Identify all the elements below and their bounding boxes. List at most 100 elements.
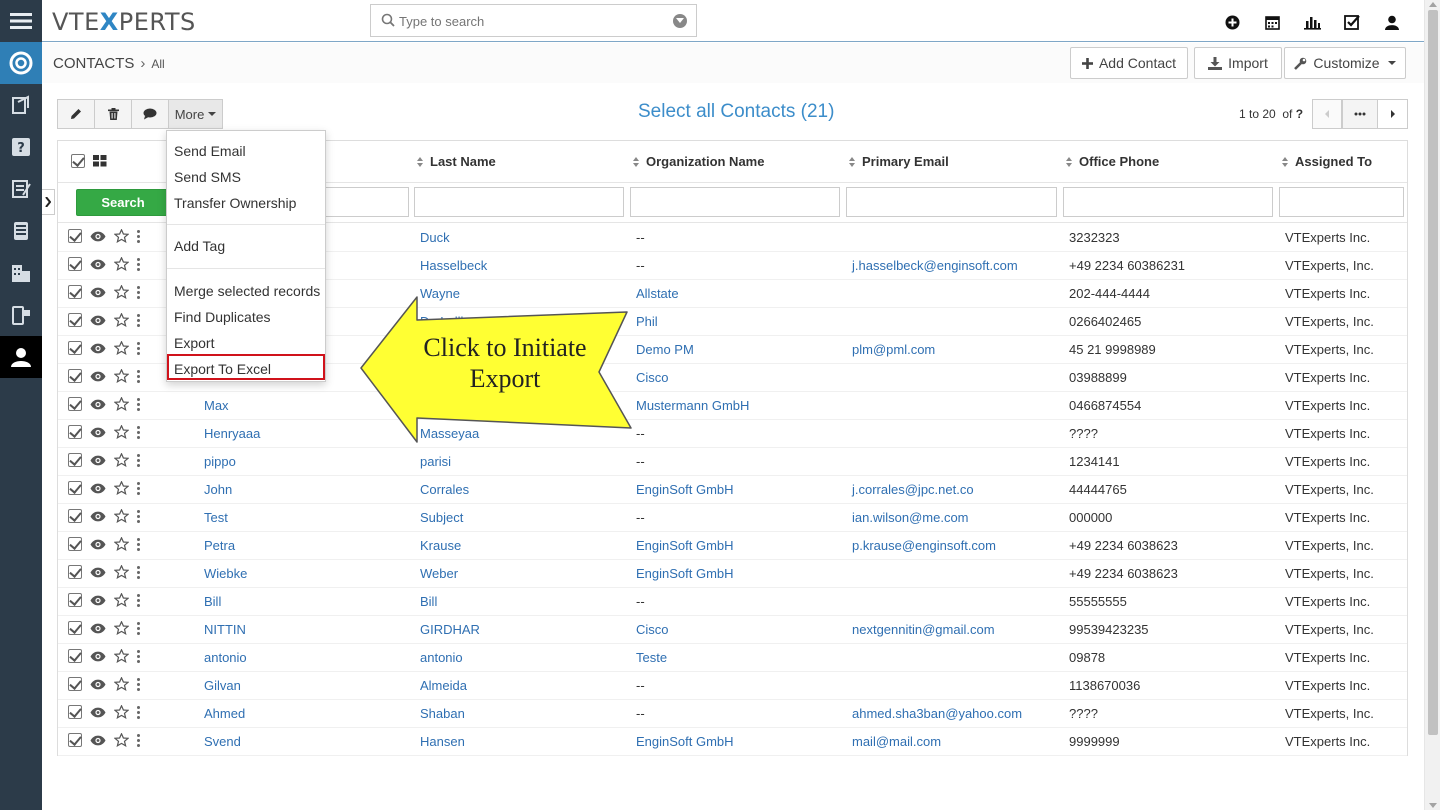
row-checkbox[interactable]	[68, 369, 82, 383]
organization-cell[interactable]: Cisco	[636, 370, 669, 385]
menu-item-merge-selected-records[interactable]: Merge selected records	[174, 283, 320, 299]
row-checkbox[interactable]	[68, 313, 82, 327]
organization-building-icon[interactable]	[0, 252, 42, 294]
eye-icon[interactable]	[90, 399, 106, 410]
more-options-icon[interactable]	[137, 341, 140, 355]
page-jump-button[interactable]	[1342, 99, 1378, 129]
eye-icon[interactable]	[90, 707, 106, 718]
table-row[interactable]: Test Subject -- ian.wilson@me.com 000000 VTEx…	[58, 504, 1407, 532]
eye-icon[interactable]	[90, 343, 106, 354]
first-name-cell[interactable]: pippo	[204, 454, 236, 469]
row-checkbox[interactable]	[68, 397, 82, 411]
help-desk-icon[interactable]: ?	[0, 126, 42, 168]
eye-icon[interactable]	[90, 371, 106, 382]
organization-cell[interactable]: EnginSoft GmbH	[636, 482, 734, 497]
eye-icon[interactable]	[90, 623, 106, 634]
first-name-cell[interactable]: Henryaaa	[204, 426, 260, 441]
star-icon[interactable]	[114, 733, 129, 747]
more-dropdown-button[interactable]: More	[168, 99, 223, 129]
column-header-organization-name[interactable]: Organization Name	[633, 154, 764, 169]
last-name-cell[interactable]: Krause	[420, 538, 461, 553]
comment-button[interactable]	[131, 99, 168, 129]
calendar-icon[interactable]	[1252, 12, 1292, 32]
filter-organization-input[interactable]	[630, 187, 840, 217]
tasks-checkbox-icon[interactable]	[1332, 12, 1372, 32]
row-checkbox[interactable]	[68, 733, 82, 747]
add-contact-button[interactable]: Add Contact	[1070, 47, 1188, 79]
email-cell[interactable]: mail@mail.com	[852, 734, 941, 749]
star-icon[interactable]	[114, 593, 129, 607]
expand-sidebar-toggle[interactable]	[42, 189, 55, 215]
search-button[interactable]: Search	[76, 189, 170, 216]
filter-assigned-to-input[interactable]	[1279, 187, 1404, 217]
menu-item-export-to-excel[interactable]: Export To Excel	[174, 361, 271, 377]
customize-button[interactable]: Customize	[1284, 47, 1406, 79]
star-icon[interactable]	[114, 481, 129, 495]
breadcrumb-module[interactable]: CONTACTS	[53, 55, 134, 72]
table-row[interactable]: Gilvan Almeida -- 1138670036 VTExperts Inc.	[58, 672, 1407, 700]
more-options-icon[interactable]	[137, 425, 140, 439]
organization-cell[interactable]: Phil	[636, 314, 658, 329]
delete-button[interactable]	[94, 99, 131, 129]
first-name-cell[interactable]: John	[204, 482, 232, 497]
menu-item-add-tag[interactable]: Add Tag	[174, 238, 225, 254]
star-icon[interactable]	[114, 621, 129, 635]
column-header-assigned-to[interactable]: Assigned To	[1282, 154, 1372, 169]
row-checkbox[interactable]	[68, 649, 82, 663]
more-options-icon[interactable]	[137, 369, 140, 383]
first-name-cell[interactable]: Gilvan	[204, 678, 241, 693]
row-checkbox[interactable]	[68, 425, 82, 439]
menu-item-send-email[interactable]: Send Email	[174, 143, 246, 159]
more-options-icon[interactable]	[137, 481, 140, 495]
breadcrumb-view[interactable]: All	[151, 57, 164, 71]
column-header-primary-email[interactable]: Primary Email	[849, 154, 949, 169]
more-options-icon[interactable]	[137, 257, 140, 271]
eye-icon[interactable]	[90, 595, 106, 606]
row-checkbox[interactable]	[68, 285, 82, 299]
last-name-cell[interactable]: Subject	[420, 510, 463, 525]
eye-icon[interactable]	[90, 679, 106, 690]
scrollbar-thumb[interactable]	[1428, 10, 1438, 735]
more-options-icon[interactable]	[137, 285, 140, 299]
total-count-link[interactable]: ?	[1296, 107, 1303, 121]
table-row[interactable]: Bill Bill -- 55555555 VTExperts Inc.	[58, 588, 1407, 616]
first-name-cell[interactable]: Ahmed	[204, 706, 245, 721]
first-name-cell[interactable]: Svend	[204, 734, 241, 749]
first-name-cell[interactable]: Test	[204, 510, 228, 525]
star-icon[interactable]	[114, 285, 129, 299]
eye-icon[interactable]	[90, 315, 106, 326]
more-options-icon[interactable]	[137, 705, 140, 719]
more-options-icon[interactable]	[137, 537, 140, 551]
row-checkbox[interactable]	[68, 453, 82, 467]
row-checkbox[interactable]	[68, 481, 82, 495]
menu-item-transfer-ownership[interactable]: Transfer Ownership	[174, 195, 296, 211]
more-options-icon[interactable]	[137, 733, 140, 747]
hamburger-menu-icon[interactable]	[0, 0, 42, 42]
last-name-cell[interactable]: Corrales	[420, 482, 469, 497]
eye-icon[interactable]	[90, 483, 106, 494]
eye-icon[interactable]	[90, 259, 106, 270]
table-row[interactable]: NITTIN GIRDHAR Cisco nextgennitin@gmail.com…	[58, 616, 1407, 644]
organization-cell[interactable]: Cisco	[636, 622, 669, 637]
menu-item-send-sms[interactable]: Send SMS	[174, 169, 241, 185]
vtexperts-logo[interactable]: VTEXPERTS	[52, 8, 196, 36]
organization-cell[interactable]: Demo PM	[636, 342, 694, 357]
table-row[interactable]: Svend Hansen EnginSoft GmbH mail@mail.com 99…	[58, 728, 1407, 756]
table-row[interactable]: antonio antonio Teste 09878 VTExperts Inc.	[58, 644, 1407, 672]
eye-icon[interactable]	[90, 539, 106, 550]
star-icon[interactable]	[114, 649, 129, 663]
column-header-last-name[interactable]: Last Name	[417, 154, 496, 169]
star-icon[interactable]	[114, 565, 129, 579]
star-icon[interactable]	[114, 425, 129, 439]
column-layout-icon[interactable]	[93, 155, 107, 167]
row-checkbox[interactable]	[68, 593, 82, 607]
select-all-contacts-link[interactable]: Select all Contacts (21)	[638, 101, 834, 123]
table-row[interactable]: Henryaaa Masseyaa --???? VTExperts Inc.	[58, 420, 1407, 448]
organization-cell[interactable]: EnginSoft GmbH	[636, 538, 734, 553]
next-page-button[interactable]	[1377, 99, 1408, 129]
star-icon[interactable]	[114, 369, 129, 383]
row-checkbox[interactable]	[68, 341, 82, 355]
search-options-dropdown-icon[interactable]	[673, 14, 687, 28]
first-name-cell[interactable]: Bill	[204, 594, 221, 609]
table-row[interactable]: Wiebke Weber EnginSoft GmbH +49 2234 603862…	[58, 560, 1407, 588]
